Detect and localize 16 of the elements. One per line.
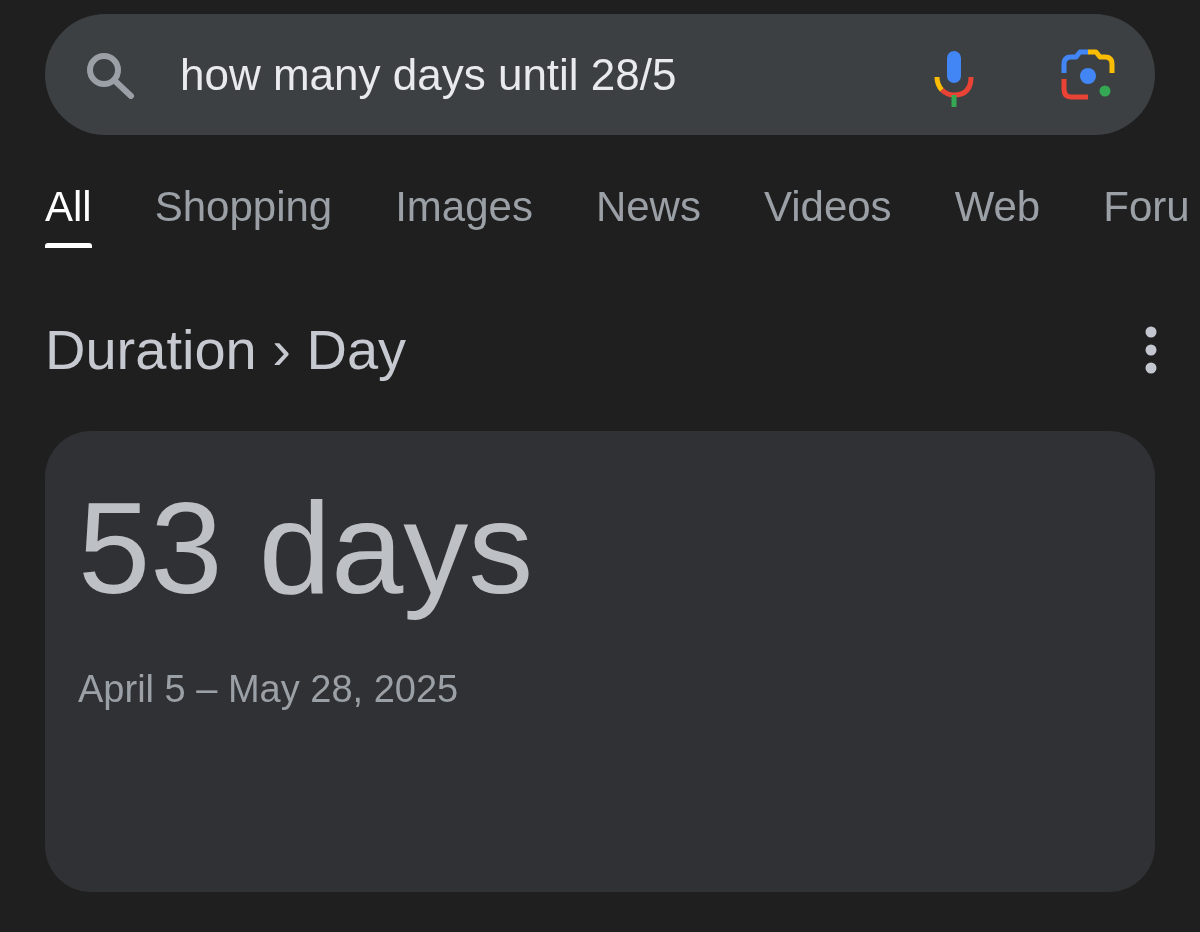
tab[interactable]: News <box>595 183 701 248</box>
camera-icon[interactable] <box>1061 48 1115 101</box>
answer-text: 53 days <box>78 474 534 623</box>
tab[interactable]: Images <box>395 183 533 248</box>
more-options-icon[interactable] <box>1145 326 1157 374</box>
tab[interactable]: Foru <box>1103 183 1190 248</box>
search-icon <box>85 50 135 99</box>
search-query: how many days until 28/5 <box>180 48 678 101</box>
date-range-text: April 5 – May 28, 2025 <box>78 667 459 712</box>
tab[interactable]: Web <box>954 183 1041 248</box>
tab[interactable]: Shopping <box>154 183 333 248</box>
microphone-icon[interactable] <box>934 49 974 108</box>
search-bar[interactable]: how many days until 28/5 <box>45 14 1155 135</box>
tab[interactable]: All <box>45 183 92 248</box>
breadcrumb-heading[interactable]: Duration › Day <box>45 318 407 382</box>
tab[interactable]: Videos <box>763 183 892 248</box>
